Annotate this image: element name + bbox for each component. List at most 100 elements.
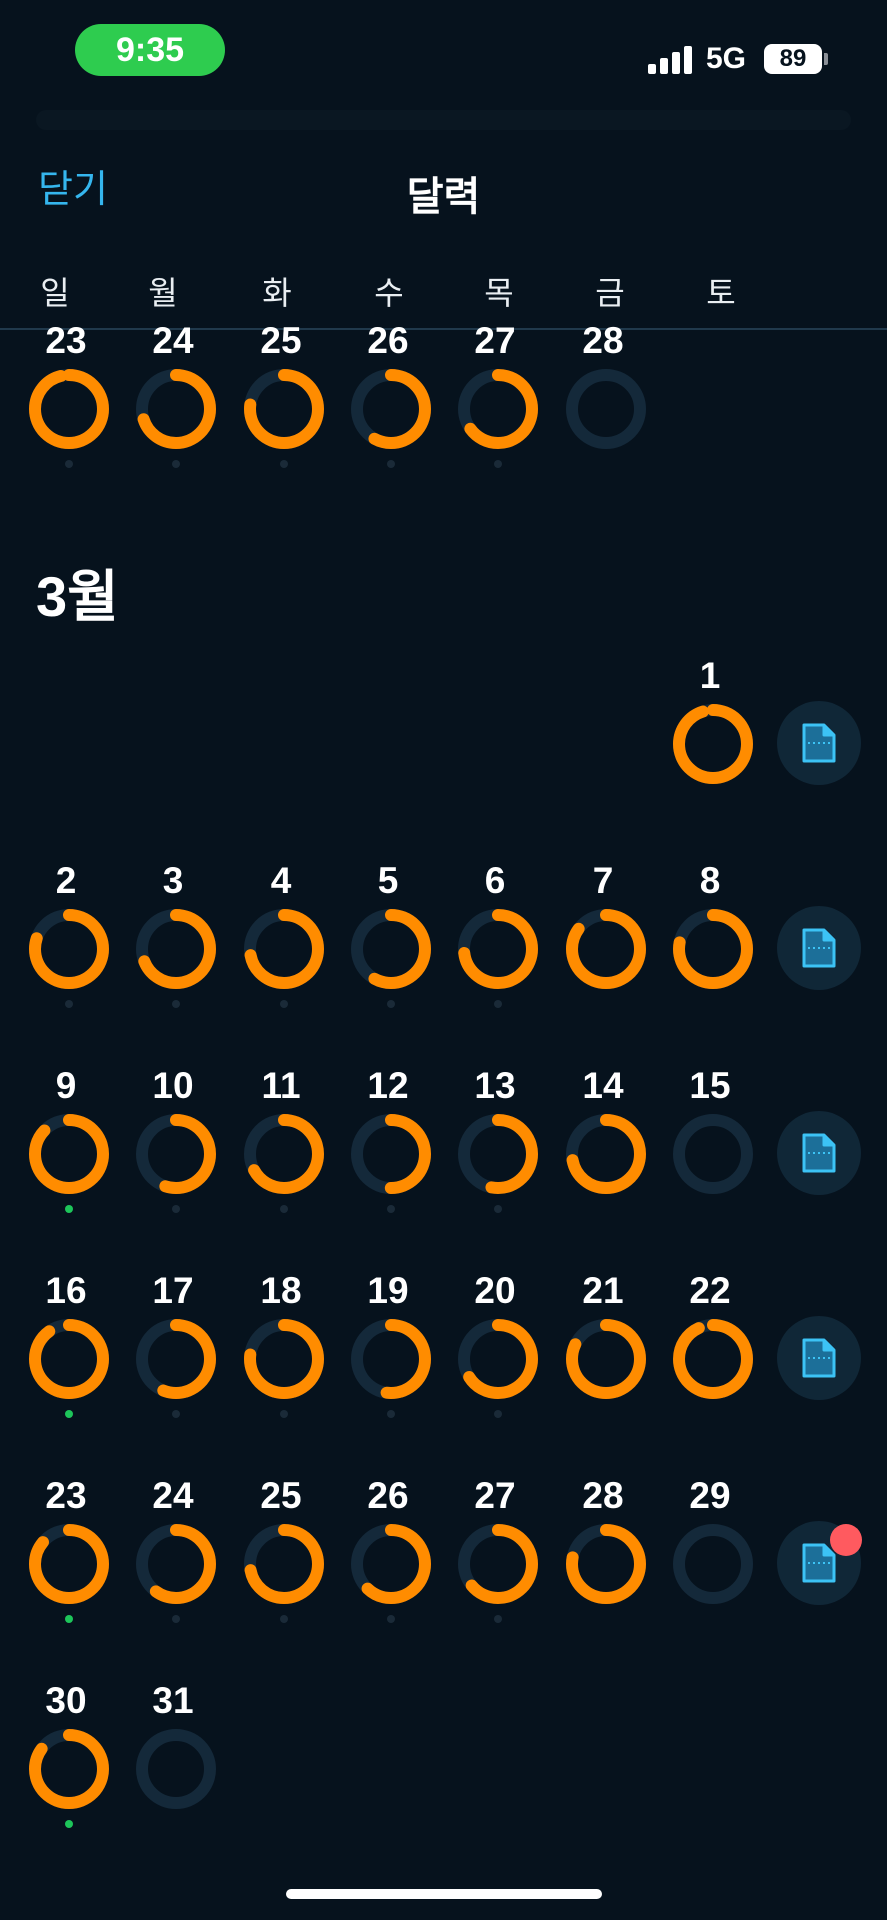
day-cell[interactable]: 26 <box>338 320 438 490</box>
day-number: 29 <box>689 1475 731 1516</box>
weekday-sat: 토 <box>706 275 736 311</box>
day-number: 13 <box>474 1065 516 1106</box>
day-number: 12 <box>367 1065 409 1106</box>
day-cell[interactable]: 15 <box>660 1065 760 1235</box>
day-cell[interactable]: 2 <box>16 860 116 1030</box>
day-cell[interactable]: 12 <box>338 1065 438 1235</box>
document-icon <box>802 1338 836 1378</box>
progress-ring-icon <box>673 1524 753 1604</box>
day-number: 24 <box>152 320 194 361</box>
day-number: 20 <box>474 1270 516 1311</box>
day-cell[interactable]: 20 <box>445 1270 545 1440</box>
day-number: 9 <box>55 1065 77 1106</box>
day-cell[interactable]: 24 <box>123 1475 223 1645</box>
weekly-note-button[interactable] <box>777 906 861 990</box>
day-cell[interactable]: 9 <box>16 1065 116 1235</box>
activity-dot <box>494 1410 502 1418</box>
day-cell[interactable]: 19 <box>338 1270 438 1440</box>
weekly-note-button[interactable] <box>777 1316 861 1400</box>
weekday-wed: 수 <box>374 275 404 311</box>
day-cell[interactable]: 17 <box>123 1270 223 1440</box>
day-cell[interactable]: 3 <box>123 860 223 1030</box>
activity-dot <box>280 1410 288 1418</box>
day-number: 30 <box>45 1680 87 1721</box>
day-number: 3 <box>162 860 184 901</box>
day-number: 26 <box>367 1475 409 1516</box>
activity-dot-green <box>65 1820 73 1828</box>
progress-ring-icon <box>136 909 216 989</box>
day-cell[interactable]: 30 <box>16 1680 116 1850</box>
day-cell[interactable]: 25 <box>231 320 331 490</box>
progress-ring-icon <box>566 369 646 449</box>
activity-dot <box>172 1410 180 1418</box>
day-cell[interactable]: 25 <box>231 1475 331 1645</box>
progress-arc <box>673 704 753 784</box>
progress-ring-icon <box>566 1319 646 1399</box>
signal-icon <box>648 44 694 74</box>
day-cell[interactable]: 8 <box>660 860 760 1030</box>
activity-dot <box>494 1000 502 1008</box>
day-cell[interactable]: 23 <box>16 320 116 490</box>
day-cell[interactable]: 11 <box>231 1065 331 1235</box>
day-cell[interactable]: 21 <box>553 1270 653 1440</box>
home-indicator <box>286 1889 602 1899</box>
progress-ring-icon <box>351 1319 431 1399</box>
day-number: 14 <box>582 1065 624 1106</box>
day-cell[interactable]: 7 <box>553 860 653 1030</box>
page-title: 달력 <box>406 175 481 219</box>
progress-ring-icon <box>351 1524 431 1604</box>
day-number: 5 <box>377 860 399 901</box>
activity-dot <box>65 460 73 468</box>
day-cell[interactable]: 27 <box>445 320 545 490</box>
day-cell[interactable]: 13 <box>445 1065 545 1235</box>
progress-ring-icon <box>136 1729 216 1809</box>
day-cell[interactable]: 31 <box>123 1680 223 1850</box>
day-cell[interactable]: 18 <box>231 1270 331 1440</box>
day-number: 28 <box>582 1475 624 1516</box>
day-cell[interactable]: 16 <box>16 1270 116 1440</box>
notification-badge <box>830 1524 862 1556</box>
day-number: 15 <box>689 1065 731 1106</box>
day-cell[interactable]: 29 <box>660 1475 760 1645</box>
day-cell[interactable]: 1 <box>660 655 760 825</box>
document-icon <box>802 1133 836 1173</box>
progress-arc <box>673 1319 753 1399</box>
progress-ring-icon <box>351 369 431 449</box>
day-number: 6 <box>484 860 506 901</box>
progress-ring-icon <box>29 369 109 449</box>
day-cell[interactable]: 23 <box>16 1475 116 1645</box>
day-number: 4 <box>270 860 292 901</box>
day-cell[interactable]: 14 <box>553 1065 653 1235</box>
document-icon <box>802 928 836 968</box>
day-cell[interactable]: 28 <box>553 1475 653 1645</box>
activity-dot <box>280 1205 288 1213</box>
day-number: 31 <box>152 1680 194 1721</box>
weekly-note-button[interactable] <box>777 1111 861 1195</box>
weekday-fri: 금 <box>595 275 625 311</box>
progress-ring-icon <box>29 1524 109 1604</box>
activity-dot <box>172 460 180 468</box>
weekday-thu: 목 <box>484 275 514 311</box>
progress-ring-icon <box>458 1524 538 1604</box>
day-cell[interactable]: 6 <box>445 860 545 1030</box>
day-cell[interactable]: 5 <box>338 860 438 1030</box>
weekly-note-button[interactable] <box>777 701 861 785</box>
day-cell[interactable]: 26 <box>338 1475 438 1645</box>
document-icon <box>802 723 836 763</box>
day-number: 24 <box>152 1475 194 1516</box>
activity-dot <box>494 1615 502 1623</box>
day-cell[interactable]: 27 <box>445 1475 545 1645</box>
activity-dot <box>172 1000 180 1008</box>
day-number: 21 <box>582 1270 624 1311</box>
progress-ring-icon <box>29 1729 109 1809</box>
activity-dot <box>172 1615 180 1623</box>
day-cell[interactable]: 24 <box>123 320 223 490</box>
progress-ring-icon <box>29 1319 109 1399</box>
day-cell[interactable]: 22 <box>660 1270 760 1440</box>
progress-ring-icon <box>566 1114 646 1194</box>
day-cell[interactable]: 4 <box>231 860 331 1030</box>
progress-ring-icon <box>458 909 538 989</box>
day-cell[interactable]: 10 <box>123 1065 223 1235</box>
day-cell[interactable]: 28 <box>553 320 653 490</box>
status-time[interactable]: 9:35 <box>75 24 225 76</box>
